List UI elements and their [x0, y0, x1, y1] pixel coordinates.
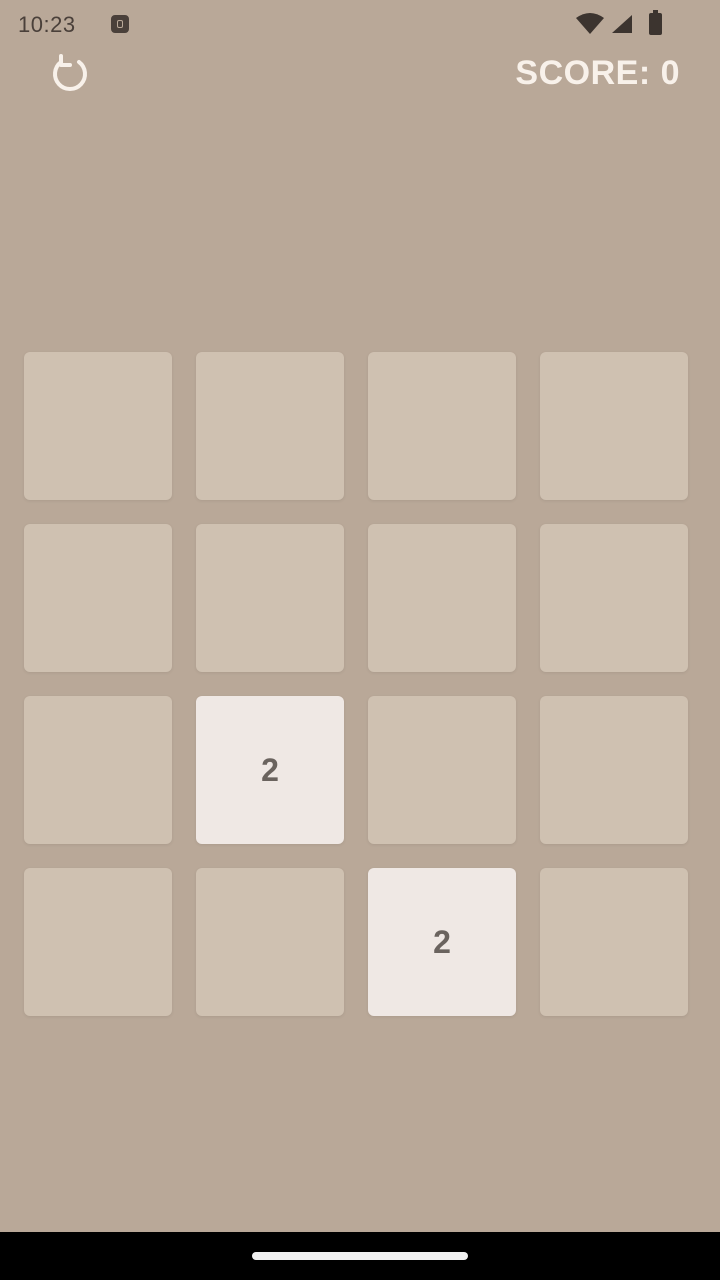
empty-tile: [368, 696, 516, 844]
status-bar: 10:23: [0, 0, 720, 48]
empty-tile: [540, 696, 688, 844]
status-time: 10:23: [18, 12, 76, 37]
notification-icon: [111, 15, 129, 33]
empty-tile: [24, 352, 172, 500]
game-board[interactable]: 22: [24, 352, 692, 1020]
empty-tile: [368, 352, 516, 500]
empty-tile: [24, 524, 172, 672]
restart-button[interactable]: [46, 50, 94, 98]
score-label: SCORE: 0: [515, 54, 680, 92]
restart-icon: [53, 54, 87, 91]
signal-icon: [612, 15, 632, 33]
tile-2: 2: [196, 696, 344, 844]
empty-tile: [196, 868, 344, 1016]
empty-tile: [196, 352, 344, 500]
home-indicator[interactable]: [252, 1252, 468, 1260]
navigation-bar: [0, 1232, 720, 1280]
empty-tile: [368, 524, 516, 672]
empty-tile: [540, 868, 688, 1016]
empty-tile: [196, 524, 344, 672]
empty-tile: [540, 352, 688, 500]
empty-tile: [540, 524, 688, 672]
battery-icon: [649, 10, 662, 35]
wifi-icon: [576, 13, 604, 34]
empty-tile: [24, 696, 172, 844]
empty-tile: [24, 868, 172, 1016]
tile-2: 2: [368, 868, 516, 1016]
